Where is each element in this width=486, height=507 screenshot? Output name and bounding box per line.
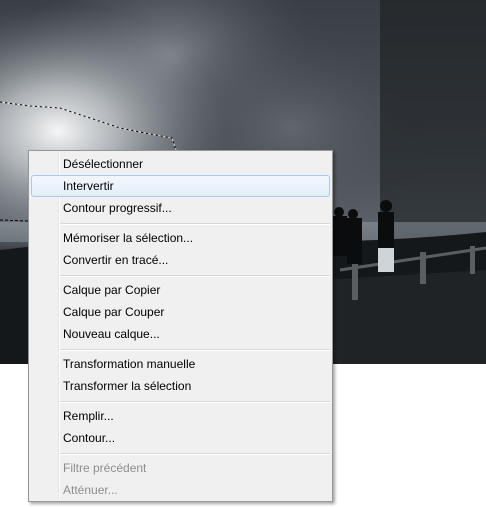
- menu-item-stroke[interactable]: Contour...: [31, 427, 330, 449]
- menu-item-free-transform[interactable]: Transformation manuelle: [31, 353, 330, 375]
- context-menu: Désélectionner Intervertir Contour progr…: [28, 150, 333, 502]
- menu-item-save-selection[interactable]: Mémoriser la sélection...: [31, 227, 330, 249]
- menu-separator: [60, 349, 330, 351]
- menu-separator: [60, 275, 330, 277]
- menu-item-layer-via-copy[interactable]: Calque par Copier: [31, 279, 330, 301]
- menu-separator: [60, 223, 330, 225]
- menu-separator: [60, 453, 330, 455]
- menu-item-invert[interactable]: Intervertir: [31, 175, 330, 197]
- menu-item-layer-via-cut[interactable]: Calque par Couper: [31, 301, 330, 323]
- menu-item-make-work-path[interactable]: Convertir en tracé...: [31, 249, 330, 271]
- menu-item-deselect[interactable]: Désélectionner: [31, 153, 330, 175]
- menu-item-transform-selection[interactable]: Transformer la sélection: [31, 375, 330, 397]
- menu-item-fill[interactable]: Remplir...: [31, 405, 330, 427]
- menu-item-new-layer[interactable]: Nouveau calque...: [31, 323, 330, 345]
- menu-separator: [60, 401, 330, 403]
- menu-item-last-filter: Filtre précédent: [63, 461, 147, 475]
- menu-item-fade: Atténuer...: [63, 483, 118, 497]
- menu-item-feather[interactable]: Contour progressif...: [31, 197, 330, 219]
